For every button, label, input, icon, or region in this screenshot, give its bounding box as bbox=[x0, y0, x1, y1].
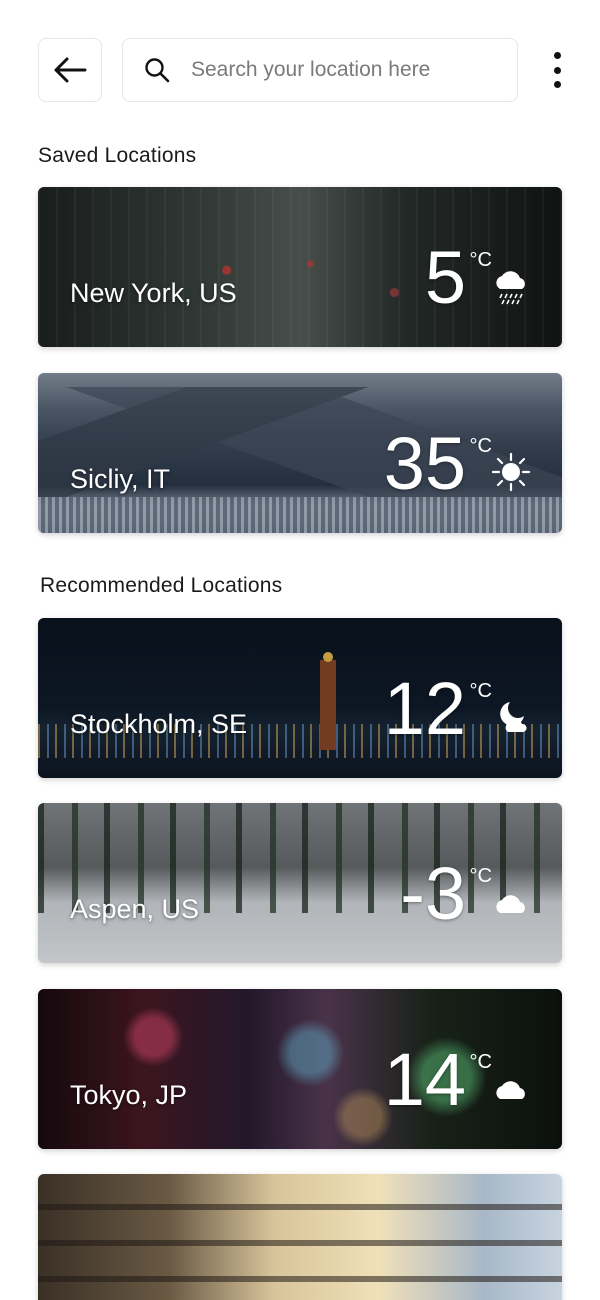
cloud-icon bbox=[496, 1081, 525, 1099]
top-bar bbox=[38, 38, 568, 102]
cloud-icon bbox=[496, 895, 525, 913]
arrow-left-icon bbox=[54, 57, 87, 83]
city-name: Stockholm, SE bbox=[70, 709, 248, 739]
search-box[interactable] bbox=[122, 38, 518, 102]
temperature: 12 bbox=[383, 667, 466, 750]
location-card-tokyo[interactable]: Tokyo, JP 14 °C bbox=[38, 989, 562, 1149]
temperature: -3 bbox=[400, 852, 466, 935]
temperature-unit: °C bbox=[469, 1051, 492, 1073]
temperature-unit: °C bbox=[469, 435, 492, 457]
city-name: New York, US bbox=[70, 278, 237, 308]
moon-cloud-icon bbox=[500, 702, 527, 732]
temperature-unit: °C bbox=[469, 680, 492, 702]
back-button[interactable] bbox=[38, 38, 102, 102]
temperature-unit: °C bbox=[469, 865, 492, 887]
rain-cloud-icon bbox=[496, 271, 525, 305]
temperature: 14 bbox=[383, 1038, 466, 1121]
location-card-aspen[interactable]: Aspen, US -3 °C bbox=[38, 803, 562, 963]
temperature: 5 bbox=[424, 236, 466, 319]
more-options-button[interactable] bbox=[546, 52, 568, 88]
location-card-stockholm[interactable]: Stockholm, SE 12 °C bbox=[38, 618, 562, 778]
more-vertical-icon bbox=[553, 52, 561, 59]
temperature: 35 bbox=[383, 422, 466, 505]
city-name: Aspen, US bbox=[70, 894, 200, 924]
sun-icon bbox=[491, 452, 531, 492]
search-icon bbox=[143, 56, 171, 84]
city-name: Sicliy, IT bbox=[70, 464, 170, 494]
location-card-partial[interactable] bbox=[38, 1174, 562, 1300]
location-card-new-york[interactable]: New York, US 5 °C bbox=[38, 187, 562, 347]
saved-locations-title: Saved Locations bbox=[38, 144, 197, 167]
recommended-locations-title: Recommended Locations bbox=[40, 574, 283, 597]
location-card-sicily[interactable]: Sicliy, IT 35 °C bbox=[38, 373, 562, 533]
temperature-unit: °C bbox=[469, 249, 492, 271]
search-input[interactable] bbox=[191, 58, 491, 82]
city-name: Tokyo, JP bbox=[70, 1080, 188, 1110]
